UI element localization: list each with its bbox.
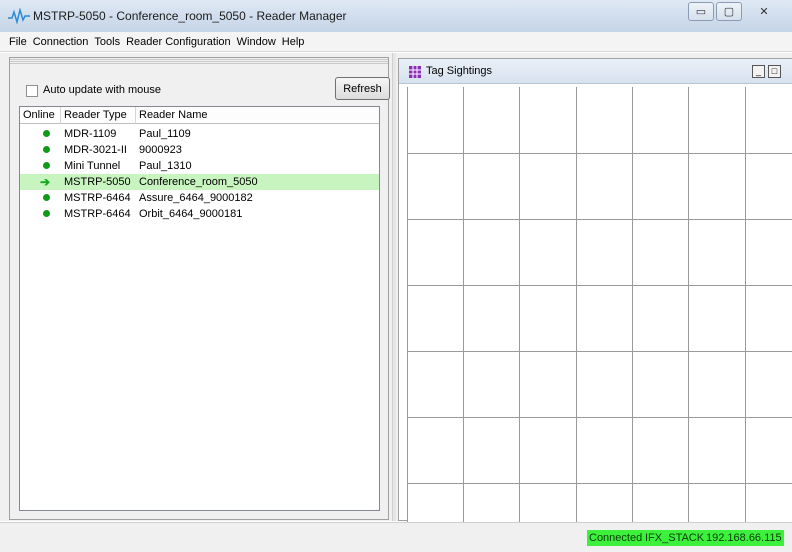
- reader-type: MSTRP-6464: [64, 208, 131, 220]
- tag-maximize-button[interactable]: □: [768, 65, 781, 78]
- reader-row[interactable]: MDR-3021-II 9000923: [20, 142, 379, 158]
- close-button[interactable]: ✕: [744, 2, 784, 21]
- reader-row[interactable]: MSTRP-6464 Assure_6464_9000182: [20, 190, 379, 206]
- menu-window[interactable]: Window: [234, 36, 279, 48]
- menu-tools[interactable]: Tools: [91, 36, 123, 48]
- app-signal-icon: [8, 8, 30, 24]
- tag-sightings-grid[interactable]: [407, 87, 792, 522]
- tag-minimize-button[interactable]: _: [752, 65, 765, 78]
- column-reader-name[interactable]: Reader Name: [136, 107, 379, 124]
- status-bar: Connected IFX_STACK 192.168.66.115: [0, 522, 792, 552]
- tag-sightings-window: Tag Sightings _ □: [398, 58, 792, 522]
- grid-line: [407, 153, 792, 154]
- reader-type: MDR-3021-II: [64, 144, 127, 156]
- grid-line: [407, 285, 792, 286]
- reader-type: Mini Tunnel: [64, 160, 121, 172]
- panel-splitter[interactable]: [392, 53, 396, 521]
- grid-line: [407, 219, 792, 220]
- auto-update-checkbox[interactable]: [26, 85, 38, 97]
- reader-row[interactable]: Mini Tunnel Paul_1310: [20, 158, 379, 174]
- menu-bar: File Connection Tools Reader Configurati…: [0, 32, 792, 52]
- reader-name: Assure_6464_9000182: [139, 192, 253, 204]
- grid-line: [407, 417, 792, 418]
- reader-list-header: Online Reader Type Reader Name: [20, 107, 379, 124]
- window-title: MSTRP-5050 - Conference_room_5050 - Read…: [33, 9, 347, 23]
- auto-update-label: Auto update with mouse: [43, 84, 162, 96]
- maximize-button[interactable]: ▢: [716, 2, 742, 21]
- online-status-icon: [43, 210, 50, 217]
- reader-row-selected[interactable]: ➔ MSTRP-5050 Conference_room_5050: [20, 174, 379, 190]
- column-reader-type[interactable]: Reader Type: [61, 107, 136, 124]
- menu-connection[interactable]: Connection: [30, 36, 92, 48]
- online-status-icon: [43, 162, 50, 169]
- reader-name: Paul_1310: [139, 160, 192, 172]
- grid-line: [407, 483, 792, 484]
- grid-icon: [409, 66, 421, 78]
- current-reader-arrow-icon: ➔: [40, 175, 51, 189]
- ip-address-status: 192.168.66.115: [704, 530, 784, 546]
- online-status-icon: [43, 194, 50, 201]
- reader-type: MDR-1109: [64, 128, 117, 140]
- online-status-icon: [43, 146, 50, 153]
- window-controls: ▭ ▢ ✕: [688, 2, 784, 21]
- reader-name: 9000923: [139, 144, 182, 156]
- title-bar[interactable]: MSTRP-5050 - Conference_room_5050 - Read…: [0, 0, 792, 32]
- refresh-button[interactable]: Refresh: [335, 77, 390, 100]
- panel-grip[interactable]: [10, 58, 388, 64]
- stack-status: IFX_STACK: [643, 530, 707, 546]
- menu-help[interactable]: Help: [279, 36, 308, 48]
- reader-list[interactable]: Online Reader Type Reader Name MDR-1109 …: [19, 106, 380, 511]
- reader-name: Paul_1109: [139, 128, 191, 140]
- minimize-button[interactable]: ▭: [688, 2, 714, 21]
- reader-name: Orbit_6464_9000181: [139, 208, 243, 220]
- reader-row[interactable]: MSTRP-6464 Orbit_6464_9000181: [20, 206, 379, 222]
- connection-status: Connected: [587, 530, 645, 546]
- reader-type: MSTRP-6464: [64, 192, 131, 204]
- menu-reader-configuration[interactable]: Reader Configuration: [123, 36, 234, 48]
- tag-sightings-title: Tag Sightings: [426, 65, 493, 77]
- tag-sightings-titlebar[interactable]: Tag Sightings _ □: [399, 59, 792, 84]
- menu-file[interactable]: File: [6, 36, 30, 48]
- online-status-icon: [43, 130, 50, 137]
- reader-name: Conference_room_5050: [139, 176, 258, 188]
- reader-row[interactable]: MDR-1109 Paul_1109: [20, 126, 379, 142]
- grid-line: [407, 351, 792, 352]
- reader-type: MSTRP-5050: [64, 176, 131, 188]
- column-online[interactable]: Online: [20, 107, 61, 124]
- reader-panel: Auto update with mouse Refresh Online Re…: [9, 57, 390, 520]
